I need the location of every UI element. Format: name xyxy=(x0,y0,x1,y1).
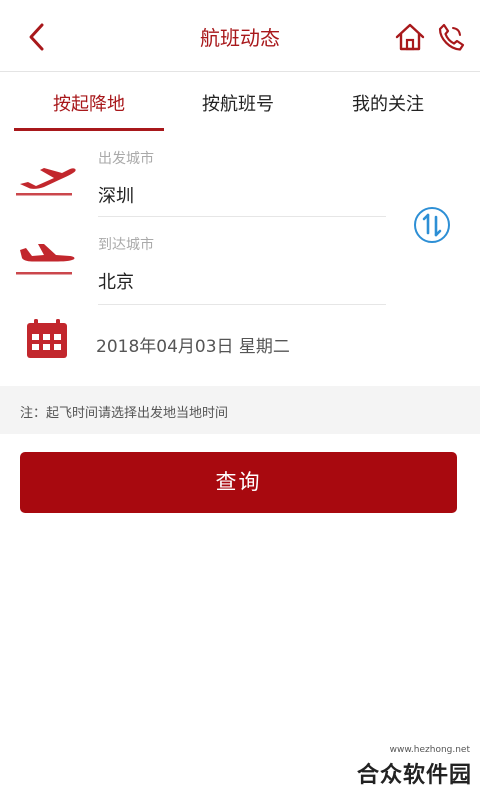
tab-label: 按航班号 xyxy=(202,94,274,115)
arrival-city[interactable]: 北京 xyxy=(98,268,134,294)
tab-label: 按起降地 xyxy=(53,94,125,115)
tab-label: 我的关注 xyxy=(352,94,424,115)
home-icon xyxy=(395,23,425,51)
divider xyxy=(98,216,386,217)
active-tab-underline xyxy=(14,128,164,131)
watermark-url: www.hezhong.net xyxy=(389,745,470,755)
divider xyxy=(98,304,386,305)
swap-cities-button[interactable] xyxy=(413,206,451,244)
tab-by-flight-number[interactable]: 按航班号 xyxy=(163,80,313,132)
notice-bar: 注：起飞时间请选择出发地当地时间 xyxy=(0,386,480,434)
watermark: www.hezhong.net 合众软件园 xyxy=(338,745,480,800)
plane-landing-icon xyxy=(14,242,78,286)
swap-arrows-icon xyxy=(414,207,450,243)
arrival-label: 到达城市 xyxy=(98,237,154,253)
notice-text: 注：起飞时间请选择出发地当地时间 xyxy=(20,406,229,421)
plane-takeoff-icon xyxy=(14,160,78,204)
phone-icon xyxy=(438,23,465,51)
departure-label: 出发城市 xyxy=(98,151,154,167)
query-button[interactable]: 查询 xyxy=(20,452,457,513)
header-bar: 航班动态 xyxy=(0,0,480,72)
home-button[interactable] xyxy=(395,22,425,52)
tab-my-follows[interactable]: 我的关注 xyxy=(313,80,463,132)
date-picker[interactable]: 2018年04月03日 星期二 xyxy=(96,332,290,357)
watermark-name: 合众软件园 xyxy=(356,763,472,788)
phone-button[interactable] xyxy=(437,22,465,52)
calendar-icon xyxy=(26,318,68,360)
tab-by-airport[interactable]: 按起降地 xyxy=(14,80,164,132)
tab-bar: 按起降地 按航班号 我的关注 xyxy=(0,80,480,132)
departure-city[interactable]: 深圳 xyxy=(98,182,134,208)
